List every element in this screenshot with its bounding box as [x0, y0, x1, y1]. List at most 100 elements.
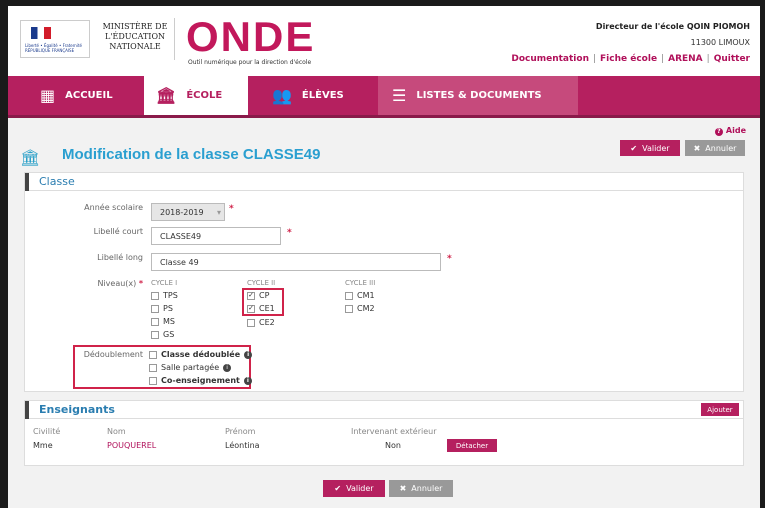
link-fiche-ecole[interactable]: Fiche école — [600, 54, 657, 64]
cell-nom-link[interactable]: POUQUEREL — [107, 441, 156, 450]
checkbox-cp[interactable]: ✓ CP — [247, 291, 269, 300]
libelle-court-input[interactable]: CLASSE49 — [151, 227, 281, 245]
annuler-label: Annuler — [705, 143, 737, 153]
nav-label: ÉCOLE — [186, 90, 223, 101]
flag-icon — [31, 27, 51, 39]
annuler-button-top[interactable]: ✖ Annuler — [685, 140, 745, 156]
checkbox-label: PS — [163, 304, 173, 313]
checkbox-box — [149, 376, 157, 385]
info-icon[interactable]: i — [244, 350, 253, 359]
checkbox-tps[interactable]: TPS — [151, 291, 178, 300]
valider-label: Valider — [642, 143, 670, 153]
checkbox-label: GS — [163, 330, 175, 339]
user-name: Directeur de l'école QOIN PIOMOH — [595, 22, 750, 31]
section-title: Enseignants — [39, 403, 115, 416]
col-prenom: Prénom — [225, 427, 256, 436]
checkbox-label: CE1 — [259, 304, 275, 313]
check-icon: ✔ — [630, 143, 638, 153]
checkbox-gs[interactable]: GS — [151, 330, 174, 339]
nav-item-ecole[interactable]: 🏛 ÉCOLE — [144, 76, 248, 115]
top-links: Documentation | Fiche école | ARENA | Quitter — [511, 54, 750, 64]
app-logo: ONDE — [186, 13, 316, 60]
marianne-text: Liberté • Égalité • Fraternité RÉPUBLIQU… — [25, 43, 82, 53]
cell-prenom: Léontina — [225, 441, 260, 450]
students-icon: 👥 — [272, 86, 292, 105]
classe-panel: Classe Année scolaire 2018-2019 ▾ * Libel… — [24, 172, 744, 392]
page-title: Modification de la classe CLASSE49 — [62, 146, 321, 163]
header-divider — [174, 18, 175, 60]
annuler-label: Annuler — [411, 484, 443, 493]
checkbox-label: Co-enseignement — [161, 376, 240, 385]
libelle-long-label: Libellé long — [97, 253, 143, 262]
aide-link[interactable]: ? Aide — [714, 126, 746, 136]
checkbox-co-enseignement[interactable]: Co-enseignement i — [149, 376, 252, 385]
school-icon: 🏛 — [20, 148, 41, 167]
checkbox-cm1[interactable]: CM1 — [345, 291, 375, 300]
checkbox-label: Salle partagée — [161, 363, 220, 372]
close-icon: ✖ — [399, 484, 407, 493]
required-marker: * — [229, 204, 234, 214]
checkbox-box — [345, 291, 353, 300]
checkbox-box — [149, 350, 157, 359]
section-bar — [25, 173, 29, 191]
close-icon: ✖ — [693, 143, 701, 153]
checkbox-box — [151, 317, 159, 326]
ajouter-button[interactable]: Ajouter — [701, 403, 739, 416]
libelle-court-label: Libellé court — [93, 227, 143, 236]
required-marker: * — [287, 228, 292, 238]
checkbox-ms[interactable]: MS — [151, 317, 175, 326]
nav-item-listes-documents[interactable]: ☰ LISTES & DOCUMENTS — [378, 76, 578, 115]
detacher-button[interactable]: Détacher — [447, 439, 497, 452]
checkbox-ps[interactable]: PS — [151, 304, 173, 313]
cycle-2-label: CYCLE II — [247, 279, 276, 287]
valider-button-top[interactable]: ✔ Valider — [620, 140, 680, 156]
valider-button-bottom[interactable]: ✔ Valider — [323, 480, 385, 497]
libelle-long-input[interactable]: Classe 49 — [151, 253, 441, 271]
checkbox-salle-partagee[interactable]: Salle partagée i — [149, 363, 232, 372]
checkbox-box — [151, 304, 159, 313]
onde-window: Liberté • Égalité • Fraternité RÉPUBLIQU… — [8, 6, 760, 508]
nav-label: ÉLÈVES — [301, 90, 344, 101]
annee-select[interactable]: 2018-2019 ▾ — [151, 203, 225, 221]
required-marker: * — [447, 254, 452, 264]
app-subtitle: Outil numérique pour la direction d'écol… — [188, 59, 312, 66]
required-marker: * — [138, 279, 143, 288]
checkbox-classe-dedoublee[interactable]: Classe dédoublée i — [149, 350, 253, 359]
info-icon[interactable]: i — [223, 363, 232, 372]
checkbox-ce1[interactable]: ✓ CE1 — [247, 304, 275, 313]
link-quitter[interactable]: Quitter — [714, 54, 750, 64]
link-documentation[interactable]: Documentation — [511, 54, 589, 64]
enseignants-panel-header: Enseignants — [25, 401, 743, 419]
section-title: Classe — [39, 175, 75, 188]
info-icon[interactable]: i — [243, 376, 252, 385]
checkbox-box — [247, 318, 255, 327]
cycle-3-label: CYCLE III — [345, 279, 376, 287]
cell-civilite: Mme — [33, 441, 53, 450]
header: Liberté • Égalité • Fraternité RÉPUBLIQU… — [8, 6, 760, 76]
col-intervenant: Intervenant extérieur — [351, 427, 437, 436]
annuler-button-bottom[interactable]: ✖ Annuler — [389, 480, 453, 497]
checkbox-ce2[interactable]: CE2 — [247, 318, 275, 327]
annee-value: 2018-2019 — [160, 207, 204, 217]
checkbox-cm2[interactable]: CM2 — [345, 304, 375, 313]
checkbox-label: TPS — [163, 291, 178, 300]
checkbox-box: ✓ — [247, 291, 255, 300]
chevron-down-icon: ▾ — [216, 207, 221, 217]
niveaux-label: Niveau(x) * — [45, 279, 143, 288]
col-civilite: Civilité — [33, 427, 61, 436]
nav-item-eleves[interactable]: 👥 ÉLÈVES — [260, 76, 378, 115]
checkbox-box: ✓ — [247, 304, 255, 313]
link-arena[interactable]: ARENA — [668, 54, 703, 64]
list-icon: ☰ — [392, 86, 407, 105]
ministere-label: MINISTÈRE DE L'ÉDUCATION NATIONALE — [102, 22, 168, 51]
classe-panel-header: Classe — [25, 173, 743, 191]
dedoublement-label: Dédoublement — [83, 350, 143, 359]
checkbox-box — [151, 291, 159, 300]
nav-label: ACCUEIL — [65, 90, 113, 101]
annee-label: Année scolaire — [84, 203, 143, 212]
cell-intervenant: Non — [385, 441, 401, 450]
aide-label: Aide — [725, 126, 746, 135]
nav-item-accueil[interactable]: ▦ ACCUEIL — [28, 76, 138, 115]
valider-label: Valider — [346, 484, 374, 493]
col-nom: Nom — [107, 427, 126, 436]
